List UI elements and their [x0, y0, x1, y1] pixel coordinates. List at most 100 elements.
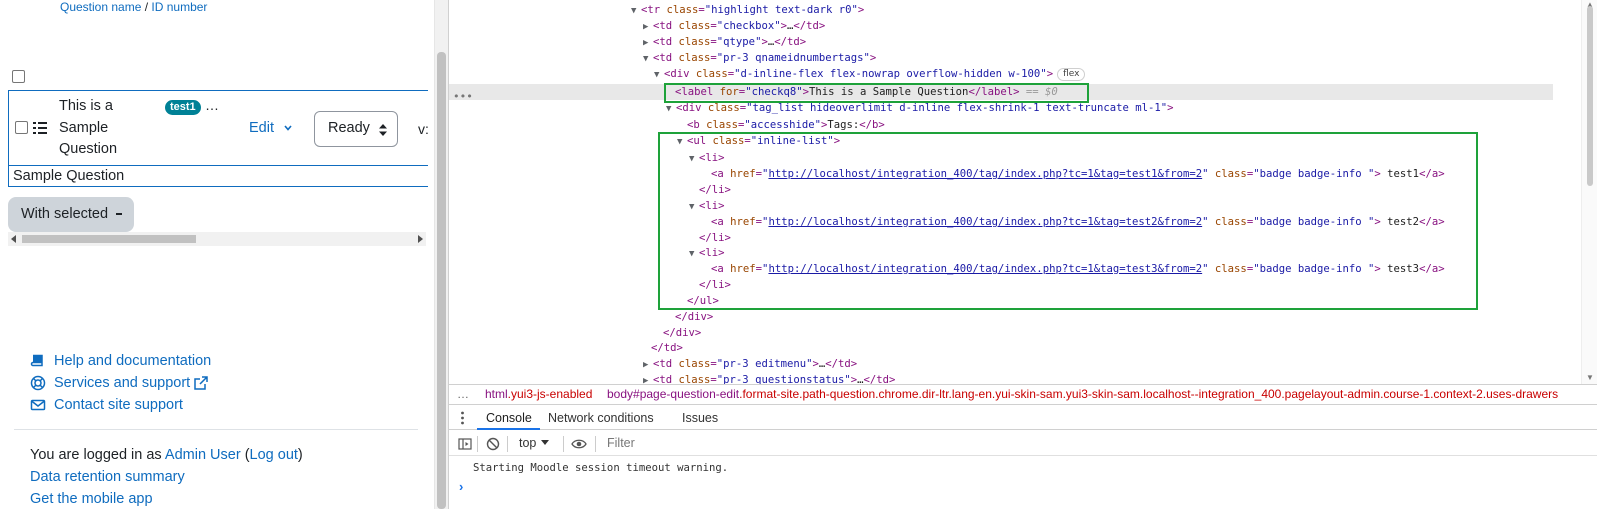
question-row: This is a Sample Question test1 … Edit R… [8, 90, 429, 166]
tab-issues[interactable]: Issues [682, 411, 718, 425]
attr-name: class [666, 4, 699, 16]
with-selected-label: With selected [21, 206, 109, 222]
multichoice-list-icon [33, 122, 47, 134]
collapsed-triangle-icon[interactable]: ▶ [643, 373, 653, 384]
tag-badge-test1[interactable]: test1 [165, 100, 201, 115]
node-actions-ellipsis[interactable]: ••• [453, 90, 473, 103]
expanded-triangle-icon[interactable]: ▼ [654, 67, 664, 83]
tab-console[interactable]: Console [486, 411, 532, 425]
edit-menu-button[interactable]: Edit [249, 120, 292, 136]
toolbar-separator [507, 436, 508, 452]
expanded-triangle-icon[interactable]: ▼ [643, 51, 653, 67]
help-documentation-link[interactable]: Help and documentation [30, 350, 211, 372]
sort-question-name-link[interactable]: Question name [60, 0, 141, 14]
collapsed-triangle-icon[interactable]: ▶ [643, 357, 653, 373]
dom-node-div-close-1: </div> [675, 311, 714, 323]
drawer-menu-kebab-icon[interactable] [461, 411, 464, 425]
elements-scrollbar[interactable]: ▲ ▼ [1581, 0, 1597, 384]
with-selected-button[interactable]: With selected [8, 197, 134, 232]
scroll-down-arrow[interactable]: ▼ [1586, 373, 1594, 382]
scrollbar-thumb[interactable] [22, 235, 196, 243]
dom-node-td-close: </td> [651, 342, 683, 354]
crumb-tag: html [485, 387, 508, 401]
tag-list-highlight-box [658, 132, 1478, 310]
dom-node-td-status[interactable]: ▶ <td class="pr-3 questionstatus">…</td> [643, 372, 895, 384]
clear-console-icon[interactable] [486, 437, 500, 451]
question-status-select[interactable]: Ready [314, 111, 398, 147]
dropdown-arrow-icon [541, 440, 550, 445]
data-retention-summary-link[interactable]: Data retention summary [30, 469, 185, 485]
breadcrumb-ellipsis-left[interactable]: … [457, 385, 469, 402]
external-link-icon [194, 376, 208, 390]
collapse-caret-icon [116, 213, 123, 216]
console-prompt[interactable]: › [459, 479, 463, 494]
envelope-icon [30, 399, 46, 411]
footer-links: Help and documentation Services and supp… [30, 350, 211, 416]
console-toolbar: top Filter [449, 432, 1597, 456]
sidebar-toggle-icon[interactable] [458, 437, 472, 451]
status-selected-value: Ready [328, 120, 370, 136]
user-profile-link[interactable]: Admin User [165, 447, 241, 463]
crumb-class: .format-site.path-question.chrome.dir-lt… [739, 387, 1559, 401]
question-name-column-header[interactable]: Question name / ID number [60, 0, 207, 14]
attr-value: "pr-3 qnameidnumbertags" [716, 52, 870, 64]
context-selector-label: top [519, 436, 537, 450]
sort-id-number-link[interactable]: ID number [151, 0, 207, 14]
contact-site-support-link[interactable]: Contact site support [30, 394, 211, 416]
elements-scrollbar-thumb[interactable] [1587, 6, 1593, 186]
logged-in-info: You are logged in as Admin User (Log out… [30, 447, 303, 463]
tag-overflow-ellipsis: … [205, 97, 219, 113]
attr-value: "qtype" [716, 36, 762, 48]
dom-node-tr[interactable]: ▼ <tr class="highlight text-dark r0"> [631, 2, 864, 18]
active-tab-indicator [477, 428, 540, 430]
header-separator: / [141, 0, 152, 14]
crumb-id: #page-question-edit [633, 387, 740, 401]
dom-node-td-tags[interactable]: ▼ <td class="pr-3 qnameidnumbertags"> [643, 50, 876, 66]
console-filter-input[interactable]: Filter [607, 436, 1567, 452]
attr-value: "pr-3 questionstatus" [716, 374, 851, 384]
question-label-row: Sample Question [8, 166, 428, 187]
crumb-class: .yui3-js-enabled [507, 387, 593, 401]
dom-node-td-editmenu[interactable]: ▶ <td class="pr-3 editmenu">…</td> [643, 356, 857, 372]
question-title[interactable]: This is a Sample Question [59, 96, 139, 161]
page-scrollbar-thumb[interactable] [437, 52, 446, 509]
expanded-triangle-icon[interactable]: ▼ [666, 101, 676, 117]
tag-open: <tr [641, 4, 667, 16]
scroll-right-arrow[interactable] [418, 235, 423, 243]
tab-network-conditions[interactable]: Network conditions [548, 411, 654, 425]
eye-icon[interactable] [571, 437, 587, 451]
attr-value: "tag_list hideoverlimit d-inline flex-sh… [746, 102, 1168, 114]
services-support-label: Services and support [54, 375, 191, 391]
crumb-tag: body [607, 387, 634, 401]
book-icon [30, 354, 43, 367]
console-message: Starting Moodle session timeout warning. [473, 462, 729, 474]
question-select-checkbox[interactable] [15, 121, 28, 134]
toolbar-separator [477, 436, 478, 452]
mobile-app-link[interactable]: Get the mobile app [30, 491, 153, 507]
version-column-cut: v: [418, 121, 429, 137]
footer-divider [14, 429, 418, 430]
dom-node-b-accesshide[interactable]: <b class="accesshide">Tags:</b> [687, 117, 885, 133]
attr-value: "d-inline-flex flex-nowrap overflow-hidd… [734, 68, 1047, 80]
table-horizontal-scrollbar[interactable] [8, 232, 426, 246]
expanded-triangle-icon[interactable]: ▼ [631, 3, 641, 19]
life-ring-icon [30, 375, 46, 391]
collapsed-triangle-icon[interactable]: ▶ [643, 35, 653, 51]
attr-value: "highlight text-dark r0" [704, 4, 858, 16]
page-vertical-scrollbar[interactable] [434, 0, 448, 509]
services-support-link[interactable]: Services and support [30, 372, 211, 394]
select-all-checkbox[interactable] [12, 70, 25, 83]
dom-node-div-close-2: </div> [663, 327, 702, 339]
scroll-left-arrow[interactable] [11, 235, 16, 243]
breadcrumb-body[interactable]: body#page-question-edit.format-site.path… [607, 385, 1558, 402]
contact-site-support-label: Contact site support [54, 397, 183, 413]
logout-link[interactable]: Log out [250, 447, 298, 463]
dom-node-div-flex[interactable]: ▼ <div class="d-inline-flex flex-nowrap o… [654, 66, 1086, 83]
dom-node-td-qtype[interactable]: ▶ <td class="qtype">…</td> [643, 34, 806, 50]
breadcrumb-html[interactable]: html.yui3-js-enabled [485, 385, 592, 402]
collapsed-triangle-icon[interactable]: ▶ [643, 19, 653, 35]
attr-value: "checkbox" [716, 20, 781, 32]
context-selector[interactable]: top [519, 436, 550, 450]
flex-badge[interactable]: flex [1057, 68, 1086, 81]
dom-node-td-checkbox[interactable]: ▶ <td class="checkbox">…</td> [643, 18, 825, 34]
